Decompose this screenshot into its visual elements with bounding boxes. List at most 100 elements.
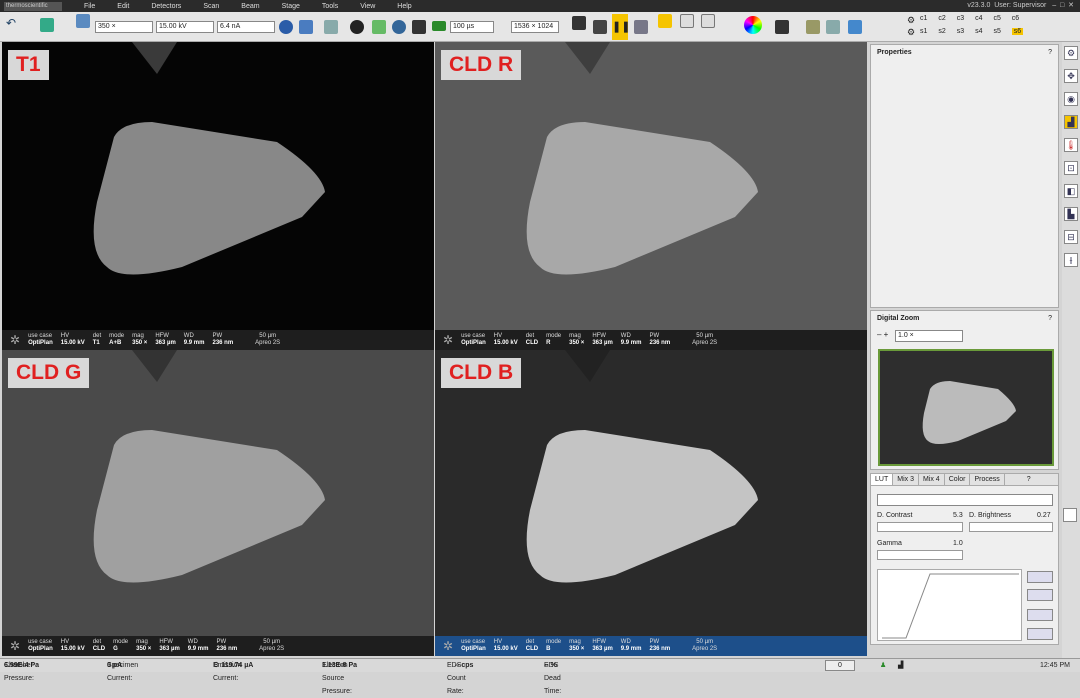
menu-detectors[interactable]: Detectors xyxy=(151,3,181,10)
tab-mix3[interactable]: Mix 3 xyxy=(893,474,919,485)
menu-tools[interactable]: Tools xyxy=(322,3,338,10)
quad-cld-b[interactable]: CLD B xyxy=(435,350,867,636)
tab-lut[interactable]: LUT xyxy=(871,474,894,485)
tab-process[interactable]: Process xyxy=(970,474,1005,485)
menu-view[interactable]: View xyxy=(360,3,375,10)
c6-button[interactable]: c6 xyxy=(1012,15,1019,22)
focus-icon[interactable] xyxy=(392,20,406,34)
undo-icon[interactable]: ↶ xyxy=(6,16,16,30)
layers-icon[interactable]: ◧ xyxy=(1064,184,1078,198)
lut-preset-select[interactable] xyxy=(877,494,1053,506)
image-icon[interactable] xyxy=(76,14,90,28)
zoom-select[interactable]: 1.0 × xyxy=(895,330,963,342)
s2-button[interactable]: s2 xyxy=(938,28,945,35)
zoom-thumbnail[interactable] xyxy=(878,349,1054,466)
stigmator-icon[interactable] xyxy=(299,20,313,34)
device-icon[interactable]: ⊟ xyxy=(1064,230,1078,244)
quad-cld-g[interactable]: CLD G xyxy=(2,350,434,636)
menu-stage[interactable]: Stage xyxy=(282,3,300,10)
mode-value: G xyxy=(113,646,118,652)
menu-beam[interactable]: Beam xyxy=(241,3,259,10)
c5-button[interactable]: c5 xyxy=(993,15,1000,22)
det-value: T1 xyxy=(92,340,100,346)
presets-icon[interactable]: ⚙ xyxy=(1064,46,1078,60)
databar-cld-g: ✲ use case OptiPlan HV 15.00 kV det CLD mod… xyxy=(2,636,434,656)
grid-icon[interactable] xyxy=(806,20,820,34)
s1-button[interactable]: s1 xyxy=(920,28,927,35)
s4-button[interactable]: s4 xyxy=(975,28,982,35)
s5-button[interactable]: s5 xyxy=(993,28,1000,35)
tab-mix4[interactable]: Mix 4 xyxy=(919,474,945,485)
target-icon[interactable]: ⊡ xyxy=(1064,161,1078,175)
spot-icon[interactable] xyxy=(701,14,715,28)
beam-icon[interactable] xyxy=(412,20,426,34)
contrast-slider[interactable] xyxy=(877,522,963,532)
version-user: v23.3.0 User: Supervisor – □ ✕ xyxy=(967,2,1074,9)
crosshair-icon[interactable] xyxy=(279,20,293,34)
reduced-area-icon[interactable] xyxy=(680,14,694,28)
brand-logo: thermoscientific xyxy=(4,1,62,11)
color-wheel-icon[interactable] xyxy=(744,16,762,34)
quad-cld-r[interactable]: CLD R xyxy=(435,42,867,330)
quad-t1[interactable]: T1 xyxy=(2,42,434,330)
snapshot-icon[interactable] xyxy=(593,20,607,34)
camera-icon[interactable] xyxy=(572,16,586,30)
s6-button[interactable]: s6 xyxy=(1011,28,1024,35)
bars-icon[interactable]: ▙ xyxy=(1064,207,1078,221)
current-select[interactable]: 6.4 nA xyxy=(217,21,275,33)
menu-edit[interactable]: Edit xyxy=(117,3,129,10)
usecase-value: OptiPlan xyxy=(461,340,486,346)
resolution-select[interactable]: 1536 × 1024 xyxy=(511,21,559,33)
eye-icon[interactable]: ◉ xyxy=(1064,92,1078,106)
wobble-icon[interactable] xyxy=(324,20,338,34)
select-icon[interactable] xyxy=(658,14,672,28)
reset-lut-icon[interactable] xyxy=(1027,628,1053,640)
auto-lut-icon[interactable] xyxy=(1027,589,1053,601)
save-lut-icon[interactable] xyxy=(1027,609,1053,621)
databar-pw: PW 236 nm xyxy=(649,639,670,653)
chart-icon[interactable]: ▟ xyxy=(1064,115,1078,129)
settings-sliders-icon[interactable]: ⫲ xyxy=(1064,253,1078,267)
hv-value: 15.00 kV xyxy=(493,340,518,346)
properties-help-button[interactable]: ? xyxy=(1048,49,1052,56)
s3-button[interactable]: s3 xyxy=(957,28,964,35)
menu-help[interactable]: Help xyxy=(397,3,411,10)
menu-file[interactable]: File xyxy=(84,3,95,10)
zoom-help-button[interactable]: ? xyxy=(1048,315,1052,322)
databar-hfw: HFW 363 µm xyxy=(592,333,612,347)
stage-icon[interactable] xyxy=(848,20,862,34)
tab-color[interactable]: Color xyxy=(945,474,971,485)
histogram-icon[interactable] xyxy=(775,20,789,34)
mode-value: A+B xyxy=(109,340,122,346)
det-label: det xyxy=(92,639,102,645)
lut-help-button[interactable]: ? xyxy=(1023,474,1035,485)
hfw-label: HFW xyxy=(592,639,606,645)
c1-button[interactable]: c1 xyxy=(920,15,927,22)
scan-mode-icon[interactable] xyxy=(634,20,648,34)
specimen-current: Specimen Current: 0 pA xyxy=(107,659,138,682)
c4-button[interactable]: c4 xyxy=(975,15,982,22)
databar-logo-icon: ✲ xyxy=(10,639,21,653)
auto-icon[interactable] xyxy=(372,20,386,34)
c2-button[interactable]: c2 xyxy=(938,15,945,22)
databar-mode: mode G xyxy=(113,639,128,653)
hv-select[interactable]: 15.00 kV xyxy=(156,21,214,33)
scan-icon[interactable] xyxy=(432,21,446,31)
pump-icon[interactable] xyxy=(40,18,54,32)
gamma-slider[interactable] xyxy=(877,550,963,560)
menu-scan[interactable]: Scan xyxy=(203,3,219,10)
collapse-panel-icon[interactable] xyxy=(1063,508,1077,522)
mag-select[interactable]: 350 × xyxy=(95,21,153,33)
li-icon[interactable] xyxy=(826,20,840,34)
pw-value: 236 nm xyxy=(649,340,671,346)
brightness-slider[interactable] xyxy=(969,522,1053,532)
zoom-stepper[interactable]: – + xyxy=(877,330,888,339)
thermometer-icon[interactable]: 🌡 xyxy=(1064,138,1078,152)
c3-button[interactable]: c3 xyxy=(957,15,964,22)
mode-label: mode xyxy=(109,333,125,339)
histogram-button-icon[interactable] xyxy=(1027,571,1053,583)
contrast-icon[interactable] xyxy=(350,20,364,34)
dwell-select[interactable]: 100 µs xyxy=(450,21,494,33)
pause-icon[interactable]: ❚❚ xyxy=(612,14,630,40)
navigation-icon[interactable]: ✥ xyxy=(1064,69,1078,83)
